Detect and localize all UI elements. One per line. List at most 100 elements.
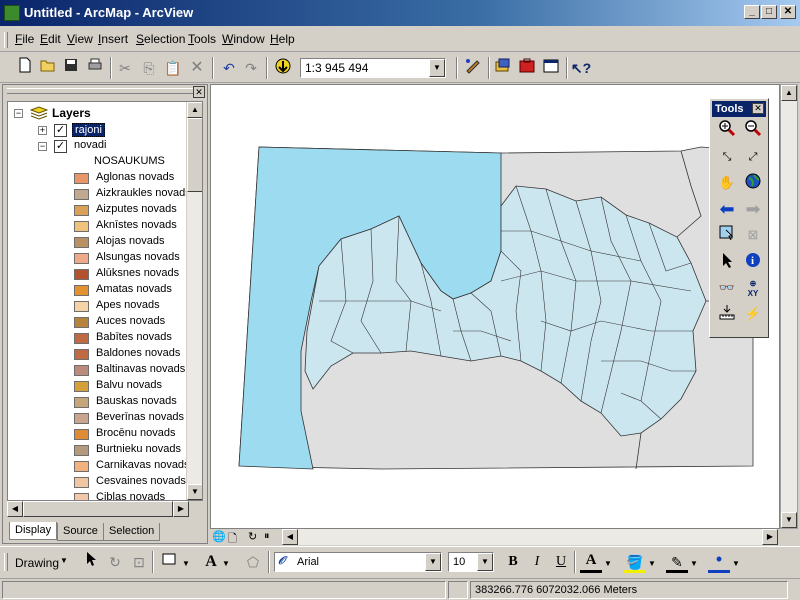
toc-root-layers[interactable]: − Layers <box>8 106 186 122</box>
forward-extent-icon[interactable]: ➡ <box>742 198 764 220</box>
map-horizontal-scrollbar[interactable]: ◀ ▶ <box>282 529 778 545</box>
command-line-icon[interactable] <box>540 57 562 79</box>
maximize-button[interactable]: □ <box>761 5 777 19</box>
new-icon[interactable] <box>14 57 36 79</box>
scroll-down-icon[interactable]: ▼ <box>187 484 202 500</box>
layer-visibility-checkbox[interactable]: ✓ <box>54 124 67 137</box>
legend-item[interactable]: Auces novads <box>8 315 186 331</box>
toc-close-icon[interactable]: ✕ <box>193 86 205 98</box>
arctoolbox-icon[interactable] <box>516 57 538 79</box>
italic-button[interactable]: I <box>526 551 548 573</box>
expand-icon[interactable]: + <box>38 126 47 135</box>
legend-item[interactable]: Amatas novads <box>8 283 186 299</box>
pan-hand-icon[interactable]: ✋ <box>716 172 738 194</box>
redo-icon[interactable]: ↷ <box>240 57 262 79</box>
legend-swatch[interactable] <box>74 381 89 392</box>
legend-swatch[interactable] <box>74 189 89 200</box>
layer-name[interactable]: novadi <box>74 139 106 151</box>
rectangle-icon[interactable] <box>158 551 180 573</box>
identify-icon[interactable]: i <box>742 251 764 273</box>
menu-window[interactable]: Window <box>222 32 265 46</box>
legend-item[interactable]: Balvu novads <box>8 379 186 395</box>
legend-item[interactable]: Baltinavas novads <box>8 363 186 379</box>
menu-file[interactable]: File <box>15 32 34 46</box>
measure-icon[interactable] <box>716 303 738 325</box>
scroll-thumb[interactable] <box>23 501 173 517</box>
map-vertical-scrollbar[interactable]: ▲ ▼ <box>780 84 798 529</box>
full-extent-globe-icon[interactable] <box>742 172 764 194</box>
fixed-zoom-in-icon[interactable]: ⤡ <box>716 146 738 168</box>
whats-this-icon[interactable]: ↖? <box>570 57 592 79</box>
hyperlink-lightning-icon[interactable]: ⚡ <box>742 303 764 325</box>
chevron-down-icon[interactable]: ▼ <box>182 559 190 568</box>
refresh-icon[interactable]: ↻ <box>248 530 262 544</box>
legend-swatch[interactable] <box>74 445 89 456</box>
toolbar-grip[interactable] <box>4 553 8 571</box>
marker-color-icon[interactable]: • <box>708 550 730 573</box>
chevron-down-icon[interactable]: ▼ <box>425 553 441 571</box>
scroll-up-icon[interactable]: ▲ <box>781 85 797 101</box>
legend-swatch[interactable] <box>74 461 89 472</box>
legend-swatch[interactable] <box>74 349 89 360</box>
legend-swatch[interactable] <box>74 205 89 216</box>
zoom-in-icon[interactable] <box>716 119 738 141</box>
toc-tree[interactable]: − Layers + ✓ rajoni − ✓ novadi NOSAUKUMS… <box>7 101 203 501</box>
font-name-select[interactable]: 𝒪 Arial ▼ <box>274 552 442 572</box>
legend-item[interactable]: Beverīnas novads <box>8 411 186 427</box>
legend-swatch[interactable] <box>74 413 89 424</box>
legend-item[interactable]: Brocēnu novads <box>8 427 186 443</box>
select-elements-arrow-icon[interactable] <box>80 551 102 573</box>
legend-swatch[interactable] <box>74 237 89 248</box>
font-size-select[interactable]: 10 ▼ <box>448 552 494 572</box>
map-scale-input[interactable]: 1:3 945 494 ▼ <box>300 58 446 78</box>
chevron-down-icon[interactable]: ▼ <box>60 556 68 565</box>
toc-grip[interactable] <box>7 88 193 94</box>
paste-icon[interactable]: 📋 <box>162 57 184 79</box>
underline-button[interactable]: U <box>550 551 572 573</box>
legend-swatch[interactable] <box>74 301 89 312</box>
edit-vertices-icon[interactable]: ⬠ <box>242 551 264 573</box>
scroll-down-icon[interactable]: ▼ <box>781 512 797 528</box>
toc-title-bar[interactable]: ✕ <box>3 85 207 99</box>
layout-view-icon[interactable]: 🗋 <box>228 530 242 545</box>
legend-item[interactable]: Babītes novads <box>8 331 186 347</box>
legend-swatch[interactable] <box>74 285 89 296</box>
delete-icon[interactable]: ✕ <box>186 57 208 79</box>
legend-item[interactable]: Bauskas novads <box>8 395 186 411</box>
layer-visibility-checkbox[interactable]: ✓ <box>54 140 67 153</box>
layer-row-rajoni[interactable]: + ✓ rajoni <box>8 123 186 139</box>
open-icon[interactable] <box>37 57 59 79</box>
rotate-icon[interactable]: ↻ <box>104 551 126 573</box>
tab-source[interactable]: Source <box>57 523 104 541</box>
legend-swatch[interactable] <box>74 173 89 184</box>
legend-swatch[interactable] <box>74 333 89 344</box>
menu-help[interactable]: Help <box>270 32 295 46</box>
map-view[interactable] <box>210 84 780 530</box>
legend-item[interactable]: Cesvaines novads <box>8 475 186 491</box>
legend-item[interactable]: Aizputes novads <box>8 203 186 219</box>
add-data-icon[interactable] <box>272 57 294 79</box>
menu-grip[interactable] <box>4 32 8 48</box>
collapse-icon[interactable]: − <box>38 142 47 151</box>
legend-item[interactable]: Baldones novads <box>8 347 186 363</box>
legend-item[interactable]: Burtnieku novads <box>8 443 186 459</box>
editor-icon[interactable] <box>462 57 484 79</box>
scroll-right-icon[interactable]: ▶ <box>762 529 778 545</box>
pause-drawing-icon[interactable]: ⏸ <box>264 530 278 544</box>
menu-edit[interactable]: Edit <box>40 32 61 46</box>
collapse-icon[interactable]: − <box>14 109 23 118</box>
legend-item[interactable]: Alojas novads <box>8 235 186 251</box>
chevron-down-icon[interactable]: ▼ <box>222 559 230 568</box>
close-button[interactable]: ✕ <box>780 5 796 19</box>
zoom-out-icon[interactable] <box>742 119 764 141</box>
legend-item[interactable]: Alsungas novads <box>8 251 186 267</box>
select-elements-arrow-icon[interactable] <box>716 251 738 273</box>
map-canvas[interactable] <box>211 85 779 528</box>
arccatalog-icon[interactable] <box>492 57 514 79</box>
drawing-menu[interactable]: Drawing <box>15 556 59 570</box>
go-to-xy-icon[interactable]: ⊕ XY <box>742 277 764 299</box>
back-extent-icon[interactable]: ⬅ <box>716 198 738 220</box>
chevron-down-icon[interactable]: ▼ <box>604 559 612 568</box>
legend-item[interactable]: Ciblas novads <box>8 491 186 500</box>
chevron-down-icon[interactable]: ▼ <box>648 559 656 568</box>
